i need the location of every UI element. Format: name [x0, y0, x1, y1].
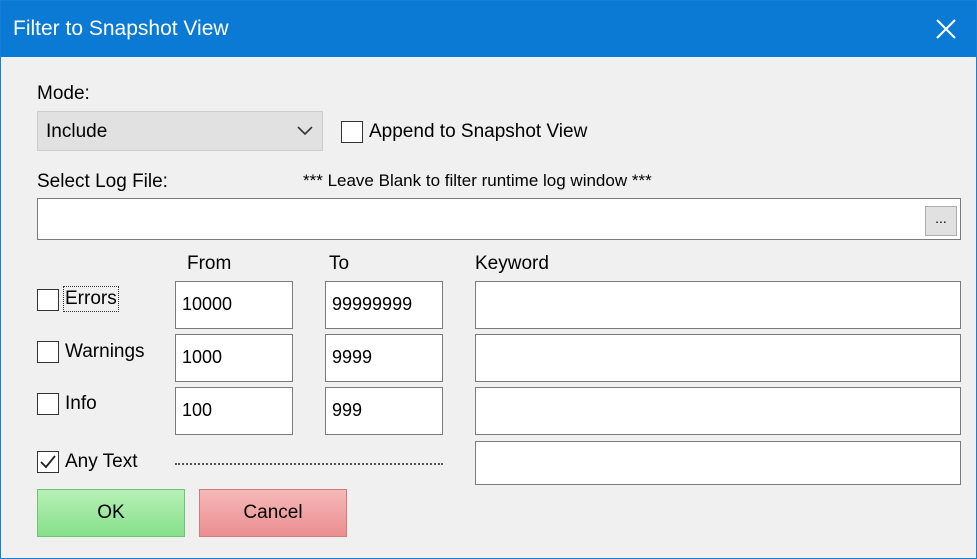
- cancel-button[interactable]: Cancel: [199, 489, 347, 537]
- info-to-input[interactable]: 999: [325, 387, 443, 435]
- any-text-keyword-input[interactable]: [475, 441, 961, 485]
- close-button[interactable]: [916, 1, 976, 57]
- any-text-divider: [175, 463, 443, 465]
- log-file-label: Select Log File:: [37, 171, 168, 192]
- checkmark-icon: [40, 455, 56, 469]
- log-file-input[interactable]: [37, 198, 961, 240]
- mode-select[interactable]: Include: [37, 111, 323, 151]
- column-keyword: Keyword: [475, 253, 549, 274]
- info-label: Info: [65, 393, 97, 414]
- errors-keyword-input[interactable]: [475, 281, 961, 329]
- close-icon: [936, 19, 956, 39]
- browse-button[interactable]: ...: [925, 206, 957, 236]
- errors-checkbox[interactable]: [37, 289, 59, 311]
- warnings-checkbox[interactable]: [37, 341, 59, 363]
- info-keyword-input[interactable]: [475, 387, 961, 435]
- info-from-input[interactable]: 100: [175, 387, 293, 435]
- column-from: From: [187, 253, 232, 274]
- info-checkbox[interactable]: [37, 393, 59, 415]
- warnings-from-input[interactable]: 1000: [175, 334, 293, 382]
- title-bar: Filter to Snapshot View: [1, 1, 976, 57]
- warnings-label: Warnings: [65, 341, 145, 362]
- warnings-to-input[interactable]: 9999: [325, 334, 443, 382]
- append-checkbox[interactable]: [341, 121, 363, 143]
- log-file-hint: *** Leave Blank to filter runtime log wi…: [303, 171, 652, 190]
- errors-label: Errors: [63, 286, 119, 312]
- append-label: Append to Snapshot View: [369, 121, 588, 142]
- chevron-down-icon: [297, 126, 313, 136]
- column-to: To: [329, 253, 350, 274]
- errors-to-input[interactable]: 99999999: [325, 281, 443, 329]
- errors-from-input[interactable]: 10000: [175, 281, 293, 329]
- dialog-title: Filter to Snapshot View: [13, 17, 229, 40]
- ok-button[interactable]: OK: [37, 489, 185, 537]
- any-text-checkbox[interactable]: [37, 451, 59, 473]
- any-text-label: Any Text: [65, 451, 138, 472]
- warnings-keyword-input[interactable]: [475, 334, 961, 382]
- mode-label: Mode:: [37, 83, 90, 104]
- filter-dialog: Filter to Snapshot View Mode: Include Ap…: [0, 0, 977, 559]
- mode-selected-value: Include: [46, 121, 108, 142]
